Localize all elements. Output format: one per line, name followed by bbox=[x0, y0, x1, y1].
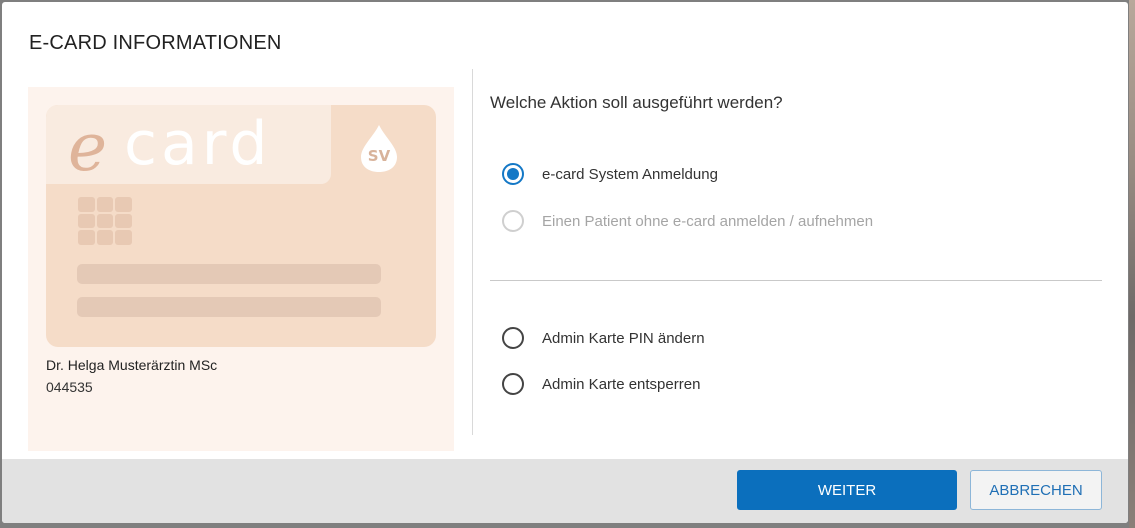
vertical-divider bbox=[472, 69, 473, 435]
continue-button[interactable]: WEITER bbox=[737, 470, 957, 510]
action-question: Welche Aktion soll ausgeführt werden? bbox=[490, 93, 783, 112]
card-holder-name: Dr. Helga Musterärztin MSc bbox=[46, 357, 218, 373]
option-patient-without-ecard: Einen Patient ohne e-card anmelden / auf… bbox=[502, 210, 873, 232]
card-holder-id: 044535 bbox=[46, 379, 93, 395]
option-system-login[interactable]: e-card System Anmeldung bbox=[502, 163, 718, 185]
card-placeholder-bar bbox=[77, 264, 381, 284]
card-placeholder-bar bbox=[77, 297, 381, 317]
radio-button-checked[interactable] bbox=[502, 163, 524, 185]
sv-logo-text: SV bbox=[368, 147, 391, 165]
option-admin-unlock[interactable]: Admin Karte entsperren bbox=[502, 373, 700, 395]
option-label: Admin Karte entsperren bbox=[542, 375, 701, 393]
ecard-logo-card: card bbox=[124, 109, 272, 179]
option-label: e-card System Anmeldung bbox=[542, 165, 718, 183]
option-admin-pin-change[interactable]: Admin Karte PIN ändern bbox=[502, 327, 705, 349]
horizontal-divider bbox=[490, 280, 1102, 281]
cancel-button[interactable]: ABBRECHEN bbox=[970, 470, 1102, 510]
ecard-info-dialog: E-CARD INFORMATIONEN e card SV Dr. Helga… bbox=[2, 2, 1128, 523]
ecard-panel: e card SV Dr. Helga Musterärztin MSc 044… bbox=[28, 87, 454, 451]
ecard-logo: e card bbox=[46, 105, 331, 184]
dialog-title: E-CARD INFORMATIONEN bbox=[29, 32, 282, 54]
background-overlay bbox=[1129, 0, 1135, 528]
radio-button[interactable] bbox=[502, 327, 524, 349]
option-label: Admin Karte PIN ändern bbox=[542, 329, 705, 347]
radio-button-disabled bbox=[502, 210, 524, 232]
dialog-footer: WEITER ABBRECHEN bbox=[2, 459, 1128, 523]
chip-icon bbox=[78, 197, 132, 245]
sv-logo-icon: SV bbox=[361, 125, 397, 172]
radio-button[interactable] bbox=[502, 373, 524, 395]
option-label: Einen Patient ohne e-card anmelden / auf… bbox=[542, 212, 874, 230]
ecard-image: e card SV bbox=[46, 105, 436, 347]
ecard-logo-e: e bbox=[68, 109, 108, 186]
